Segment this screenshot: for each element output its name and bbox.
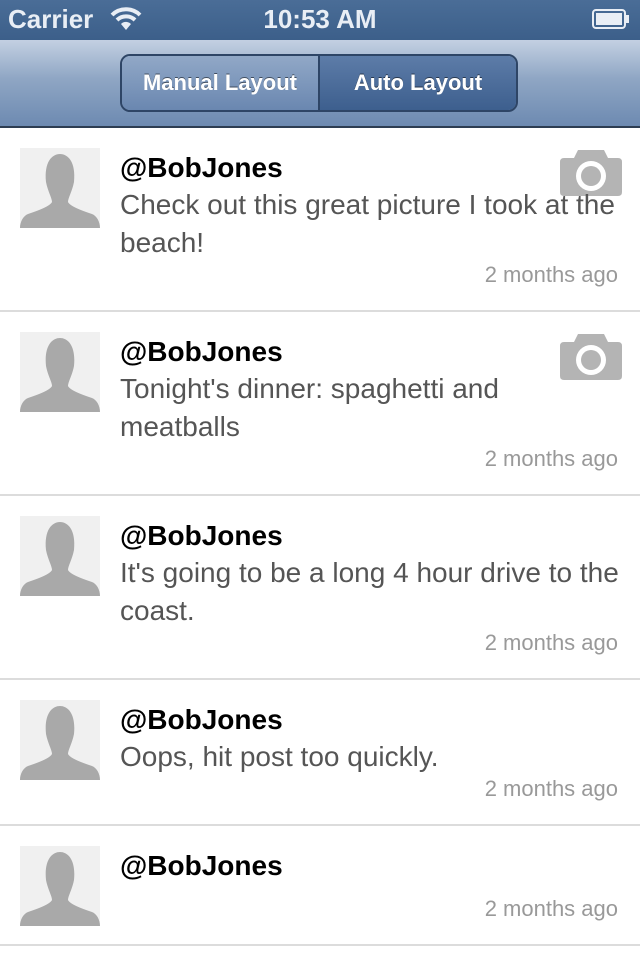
avatar <box>20 332 100 412</box>
post-username: @BobJones <box>120 152 283 183</box>
list-item[interactable]: @BobJones Check out this great picture I… <box>0 128 640 312</box>
avatar <box>20 700 100 780</box>
post-text: Tonight's dinner: spaghetti and meatball… <box>120 373 499 442</box>
post-username: @BobJones <box>120 704 283 735</box>
post-username: @BobJones <box>120 850 283 881</box>
battery-icon <box>592 9 630 29</box>
post-list: @BobJones Check out this great picture I… <box>0 128 640 960</box>
post-username: @BobJones <box>120 520 283 551</box>
post-text: It's going to be a long 4 hour drive to … <box>120 557 619 626</box>
post-timestamp: 2 months ago <box>484 776 618 801</box>
list-item[interactable]: @BobJones It's going to be a long 4 hour… <box>0 496 640 680</box>
status-bar: Carrier 10:53 AM <box>0 0 640 40</box>
post-timestamp: 2 months ago <box>484 262 618 287</box>
post-timestamp: 2 months ago <box>484 896 618 921</box>
status-time: 10:53 AM <box>263 4 377 34</box>
post-username: @BobJones <box>120 336 283 367</box>
post-timestamp: 2 months ago <box>484 630 618 655</box>
avatar <box>20 516 100 596</box>
post-timestamp: 2 months ago <box>484 446 618 471</box>
segment-auto-layout[interactable]: Auto Layout <box>320 56 516 110</box>
list-item[interactable]: @BobJones Tonight's dinner: spaghetti an… <box>0 312 640 496</box>
list-item[interactable]: @BobJones Oops, hit post too quickly. 2 … <box>0 680 640 826</box>
navigation-bar: Manual Layout Auto Layout <box>0 40 640 128</box>
segment-manual-layout[interactable]: Manual Layout <box>122 56 320 110</box>
list-item[interactable]: @BobJones 2 months ago <box>0 826 640 946</box>
avatar <box>20 846 100 926</box>
layout-segmented-control: Manual Layout Auto Layout <box>120 54 518 112</box>
avatar <box>20 148 100 228</box>
post-text: Check out this great picture I took at t… <box>120 189 615 258</box>
post-text: Oops, hit post too quickly. <box>120 741 439 772</box>
